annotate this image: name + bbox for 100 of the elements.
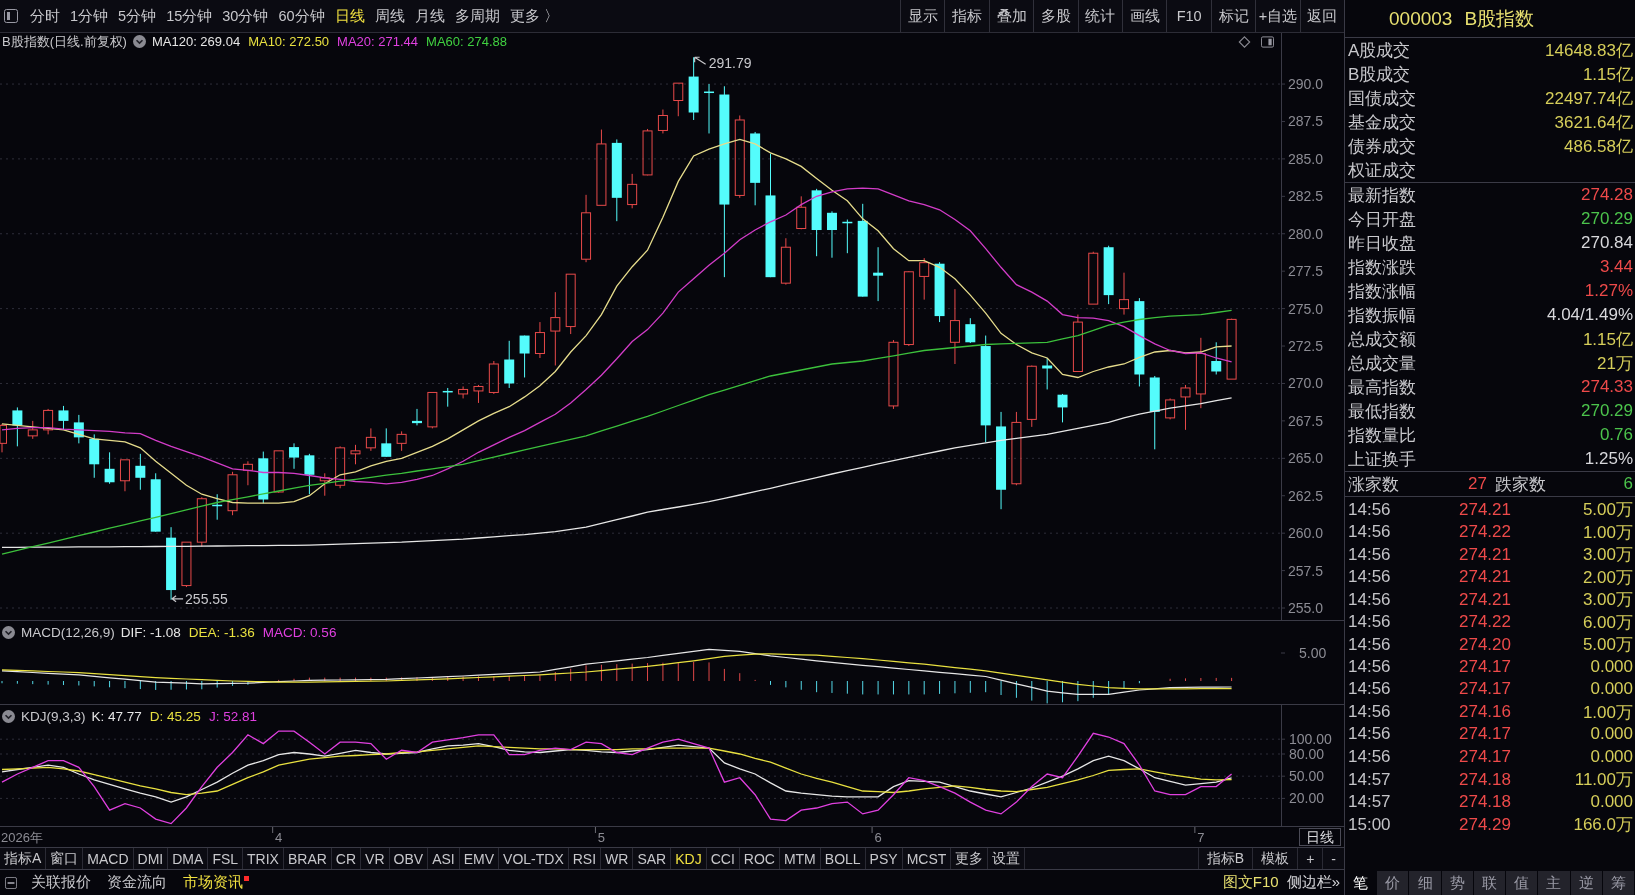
indicator-tab[interactable]: ROC: [739, 848, 780, 869]
toolbar-button[interactable]: -: [1322, 848, 1344, 869]
period-tab[interactable]: 日线: [329, 0, 370, 32]
toolbar-button[interactable]: 标记: [1210, 0, 1256, 32]
field-label: 跌家数: [1494, 473, 1547, 496]
period-tab[interactable]: 分时: [25, 0, 65, 32]
indicator-tab[interactable]: PSY: [865, 848, 903, 869]
indicator-tab[interactable]: FSL: [208, 848, 244, 869]
panel-tab[interactable]: 主: [1538, 871, 1571, 895]
tick-time: 14:56: [1348, 746, 1392, 767]
indicator-tab[interactable]: 更多: [951, 848, 989, 869]
indicator-tab[interactable]: WR: [601, 848, 634, 869]
period-tab[interactable]: 更多 〉: [504, 0, 564, 32]
candle: [1042, 357, 1053, 390]
toolbar-button[interactable]: 指标B: [1197, 848, 1253, 869]
tick-price: 274.17: [1458, 724, 1511, 745]
indicator-tab[interactable]: 设置: [988, 848, 1026, 869]
status-link[interactable]: 图文F10: [1218, 873, 1283, 892]
candle: [242, 460, 253, 486]
indicator-tab[interactable]: TRIX: [243, 848, 284, 869]
status-tab[interactable]: 资金流向: [99, 873, 175, 892]
indicator-tab[interactable]: EMV: [459, 848, 500, 869]
panel-tab[interactable]: 势: [1441, 871, 1474, 895]
legend-label: MA20: 271.44: [337, 34, 419, 49]
field-value: 21万: [1597, 352, 1633, 375]
indicator-tab[interactable]: MACD: [83, 848, 134, 869]
period-tab[interactable]: 月线: [409, 0, 450, 32]
period-tab[interactable]: 60分钟: [273, 0, 330, 32]
window-icon[interactable]: [5, 876, 17, 889]
candle: [1103, 245, 1114, 305]
period-tab[interactable]: 5分钟: [113, 0, 162, 32]
indicator-tab[interactable]: SAR: [633, 848, 672, 869]
panel-tab[interactable]: 值: [1506, 871, 1539, 895]
chevron-down-icon[interactable]: [2, 710, 15, 723]
axis-label: 282.5: [1288, 188, 1324, 205]
period-button[interactable]: 日线: [1299, 828, 1341, 846]
panel-tab[interactable]: 细: [1409, 871, 1442, 895]
date-label: 5: [597, 830, 606, 845]
status-link[interactable]: 侧边栏»: [1282, 873, 1344, 892]
field-label: 指数涨幅: [1348, 280, 1416, 303]
indicator-tab[interactable]: VOL-TDX: [499, 848, 569, 869]
tick-volume: 2.00万: [1581, 566, 1633, 589]
field-label: 指数涨跌: [1348, 256, 1416, 279]
candle: [289, 442, 300, 470]
candle: [811, 188, 822, 257]
indicator-tab[interactable]: KDJ: [671, 848, 707, 869]
indicator-tab[interactable]: 窗口: [46, 848, 84, 869]
toolbar-button[interactable]: 模板: [1252, 848, 1298, 869]
indicator-tab[interactable]: DMA: [168, 848, 209, 869]
indicator-tab[interactable]: CCI: [706, 848, 740, 869]
candle: [934, 261, 945, 323]
diamond-icon[interactable]: [1238, 35, 1251, 48]
panel-tab[interactable]: 筹: [1602, 871, 1635, 895]
period-tab[interactable]: 1分钟: [65, 0, 114, 32]
toolbar-button[interactable]: 多股: [1033, 0, 1078, 32]
toolbar-button[interactable]: +自选: [1255, 0, 1300, 32]
indicator-tab[interactable]: 指标A: [0, 848, 47, 869]
indicator-tab[interactable]: MTM: [779, 848, 821, 869]
candle: [581, 194, 592, 263]
indicator-tab[interactable]: MCST: [902, 848, 952, 869]
legend-label: K: 47.77: [91, 709, 142, 724]
candle: [135, 453, 146, 491]
tick-volume: 3.00万: [1581, 589, 1633, 611]
field-value: 1.25%: [1584, 449, 1633, 469]
status-tab[interactable]: 关联报价: [23, 873, 99, 892]
toolbar-button[interactable]: 指标: [944, 0, 989, 32]
toolbar-button[interactable]: 显示: [900, 0, 945, 32]
period-tab[interactable]: 周线: [369, 0, 410, 32]
candle: [965, 317, 976, 344]
period-tab[interactable]: 30分钟: [217, 0, 274, 32]
legend-label: MACD: 0.56: [262, 625, 337, 640]
toolbar-button[interactable]: 返回: [1299, 0, 1344, 32]
indicator-tab[interactable]: BRAR: [283, 848, 332, 869]
field-label: A股成交: [1348, 39, 1411, 62]
toolbar-button[interactable]: 叠加: [988, 0, 1034, 32]
indicator-tab[interactable]: BOLL: [820, 848, 866, 869]
chevron-down-icon[interactable]: [132, 35, 146, 48]
status-tab[interactable]: 市场资讯: [175, 873, 251, 892]
indicator-tab[interactable]: OBV: [389, 848, 429, 869]
window-icon[interactable]: [4, 9, 18, 23]
candle: [1057, 393, 1068, 423]
toolbar-button[interactable]: F10: [1166, 0, 1211, 32]
indicator-tab[interactable]: RSI: [568, 848, 602, 869]
panel-tab[interactable]: 价: [1377, 871, 1410, 895]
indicator-tab[interactable]: CR: [331, 848, 362, 869]
indicator-tab[interactable]: ASI: [428, 848, 460, 869]
period-tab[interactable]: 多周期: [449, 0, 505, 32]
axis-label: 287.5: [1288, 113, 1324, 130]
toolbar-button[interactable]: 画线: [1122, 0, 1167, 32]
toolbar-button[interactable]: 统计: [1077, 0, 1123, 32]
indicator-tab[interactable]: DMI: [133, 848, 169, 869]
panel-tab[interactable]: 逆: [1570, 871, 1603, 895]
candle: [43, 408, 54, 435]
field-label: 总成交量: [1348, 352, 1416, 375]
window-icon[interactable]: [1261, 35, 1274, 48]
panel-tab[interactable]: 联: [1473, 871, 1507, 895]
toolbar-button[interactable]: +: [1297, 848, 1323, 869]
indicator-tab[interactable]: VR: [361, 848, 390, 869]
chevron-down-icon[interactable]: [2, 626, 15, 639]
period-tab[interactable]: 15分钟: [161, 0, 218, 32]
